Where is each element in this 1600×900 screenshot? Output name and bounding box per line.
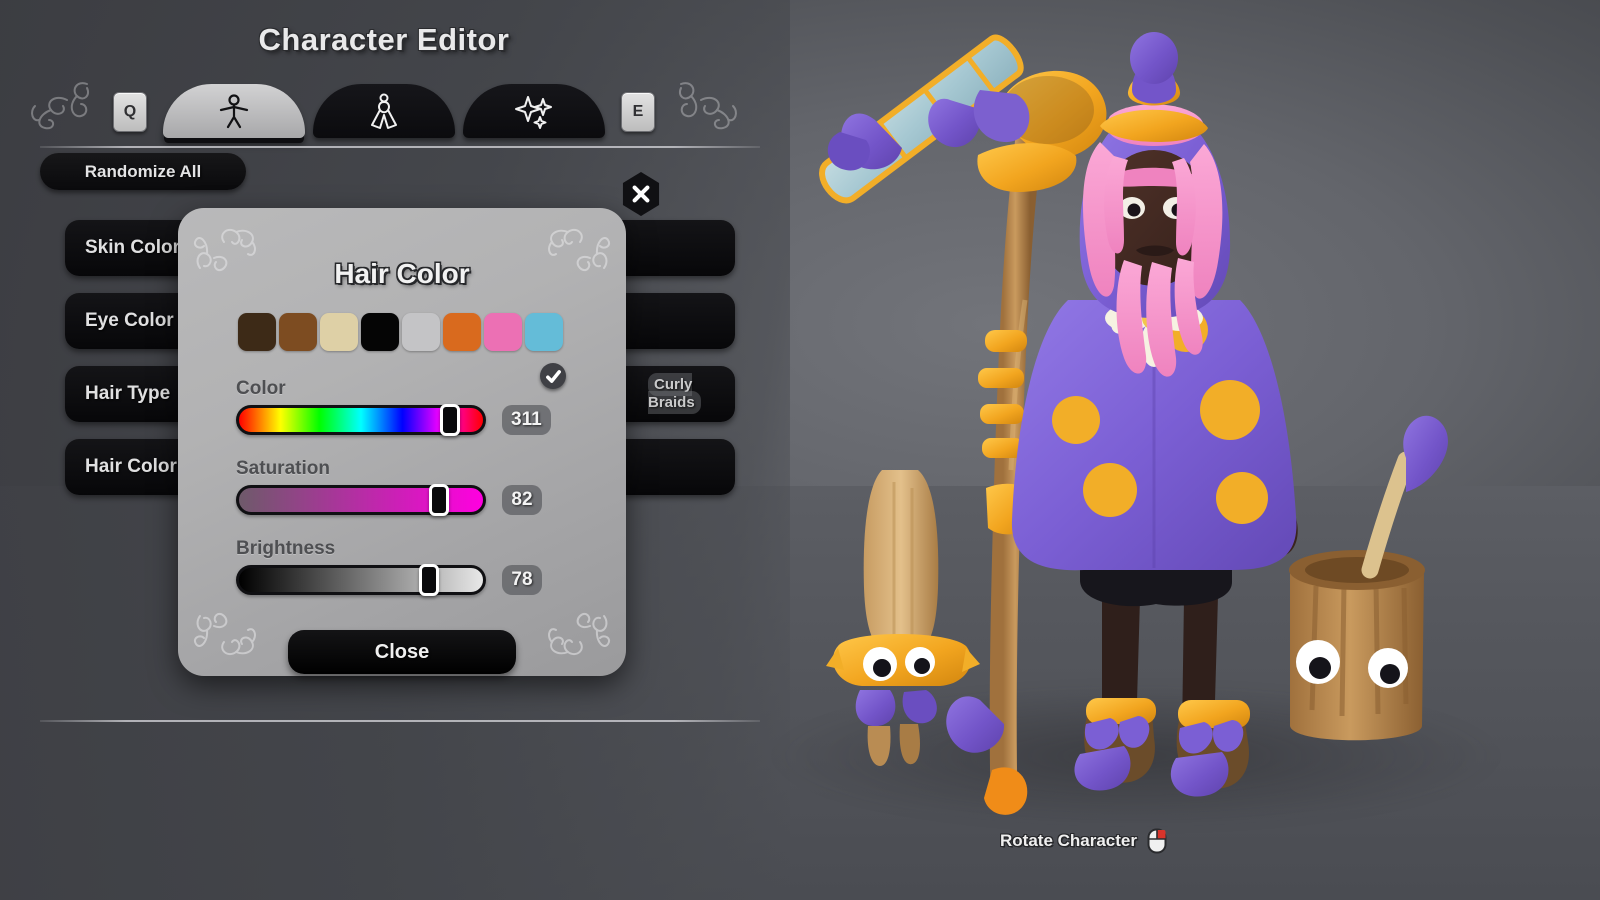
tab-accessory[interactable] bbox=[463, 84, 605, 138]
slider-label-saturation: Saturation bbox=[236, 458, 330, 479]
brightness-slider-track[interactable] bbox=[236, 564, 486, 596]
color-swatch-orange[interactable] bbox=[443, 313, 481, 351]
modal-close-icon-button[interactable] bbox=[620, 172, 662, 216]
person-icon bbox=[219, 94, 249, 129]
page-title: Character Editor bbox=[258, 22, 510, 57]
color-slider-value: 311 bbox=[502, 405, 551, 435]
randomize-all-button[interactable]: Randomize All bbox=[40, 153, 246, 190]
tab-body[interactable] bbox=[163, 84, 305, 138]
color-swatch-dark-brown[interactable] bbox=[238, 313, 276, 351]
color-slider-track[interactable] bbox=[236, 404, 486, 436]
option-value[interactable]: Curly Braids bbox=[648, 373, 701, 414]
decorative-flourish-right bbox=[671, 76, 741, 138]
rotate-character-hint: Rotate Character bbox=[1000, 828, 1167, 854]
slider-label-color: Color bbox=[236, 378, 286, 399]
color-swatch-light-blue[interactable] bbox=[525, 313, 563, 351]
prev-tab-key[interactable]: Q bbox=[113, 92, 147, 132]
sparkles-icon bbox=[515, 96, 552, 129]
color-swatch-white[interactable] bbox=[402, 313, 440, 351]
saturation-slider-track[interactable] bbox=[236, 484, 486, 516]
saturation-slider-knob[interactable] bbox=[429, 484, 450, 516]
log-companion-prop bbox=[1289, 415, 1448, 741]
modal-flourish-bottom-right bbox=[542, 600, 614, 662]
slider-block-saturation: Saturation 82 bbox=[236, 458, 576, 516]
rotate-character-label: Rotate Character bbox=[1000, 831, 1137, 850]
tab-bar: Q E bbox=[0, 76, 768, 138]
decorative-flourish-left bbox=[27, 76, 97, 138]
color-swatch-medium-brown[interactable] bbox=[279, 313, 317, 351]
next-tab-key[interactable]: E bbox=[621, 92, 655, 132]
modal-close-button[interactable]: Close bbox=[288, 630, 516, 674]
saturation-slider-value: 82 bbox=[502, 485, 542, 515]
brightness-slider-value: 78 bbox=[502, 565, 542, 595]
slider-block-color: Color 311 bbox=[236, 378, 576, 436]
slider-label-brightness: Brightness bbox=[236, 538, 336, 559]
character-render bbox=[819, 32, 1448, 815]
color-swatch-black[interactable] bbox=[361, 313, 399, 351]
tab-clothing[interactable] bbox=[313, 84, 455, 138]
divider-bottom bbox=[40, 720, 760, 722]
color-swatch-blonde[interactable] bbox=[320, 313, 358, 351]
mouse-right-click-icon bbox=[1147, 828, 1167, 854]
divider-top bbox=[40, 146, 760, 148]
modal-flourish-bottom-left bbox=[190, 600, 262, 662]
color-swatch-pink[interactable] bbox=[484, 313, 522, 351]
color-slider-knob[interactable] bbox=[439, 404, 460, 436]
color-swatch-row bbox=[238, 313, 563, 351]
brightness-slider-knob[interactable] bbox=[419, 564, 440, 596]
slider-block-brightness: Brightness 78 bbox=[236, 538, 576, 596]
dress-icon bbox=[371, 93, 397, 129]
close-icon bbox=[632, 185, 650, 203]
hair-type-value[interactable]: Curly Braids bbox=[648, 373, 701, 414]
modal-title: Hair Color bbox=[334, 258, 470, 289]
hair-color-modal: Hair Color Color 311 Saturation 82 Brigh… bbox=[178, 208, 626, 676]
